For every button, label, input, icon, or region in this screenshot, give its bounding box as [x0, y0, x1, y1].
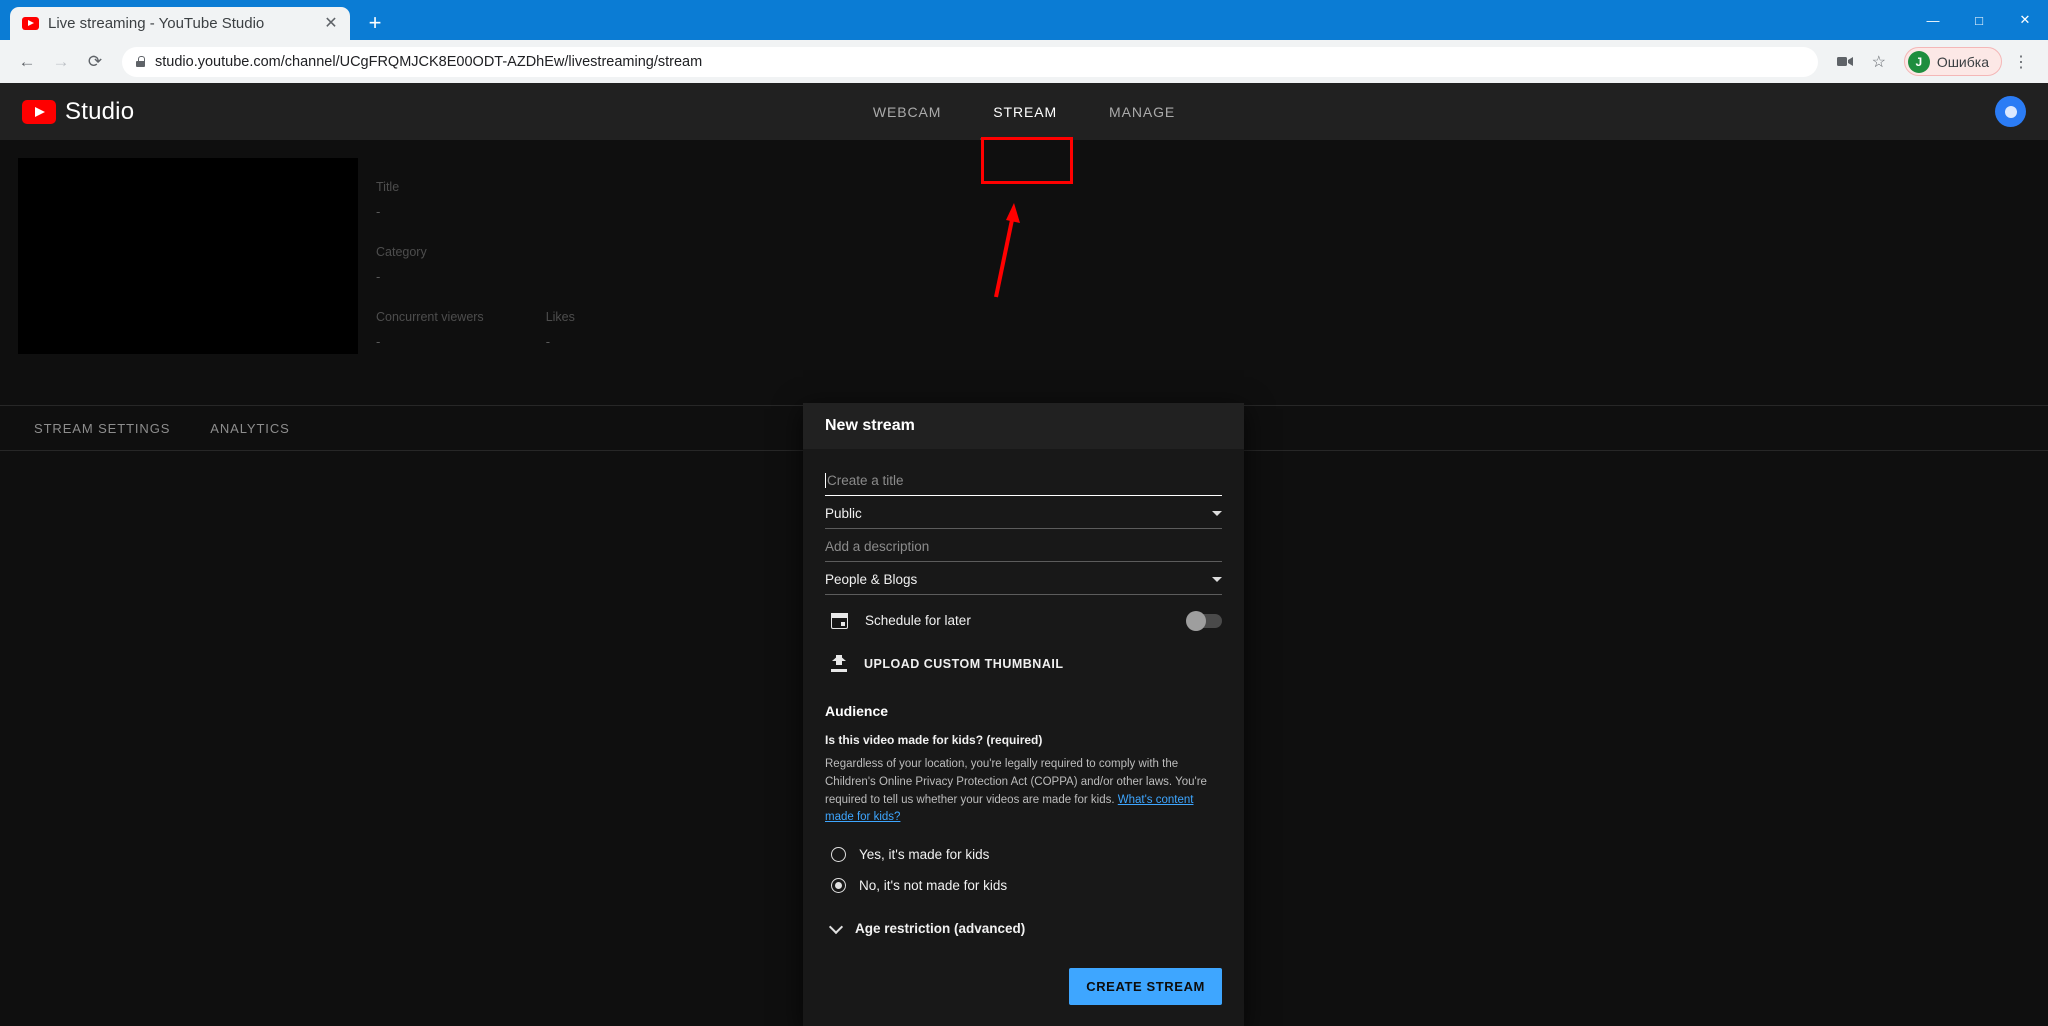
browser-menu-icon[interactable]: ⋮	[2006, 47, 2036, 77]
radio-icon-unchecked	[831, 847, 846, 863]
radio-made-for-kids[interactable]: Yes, it's made for kids	[825, 843, 1222, 866]
new-tab-button[interactable]: +	[358, 8, 392, 38]
chevron-down-icon	[1212, 577, 1222, 582]
category-select[interactable]: People & Blogs	[825, 562, 1222, 595]
youtube-studio-page: Studio WEBCAM STREAM MANAGE Title - Cate…	[0, 83, 2048, 1026]
meta-title-label: Title	[376, 180, 400, 194]
stream-title-placeholder: Create a title	[827, 473, 904, 488]
lock-icon	[136, 56, 145, 67]
upload-icon	[831, 655, 847, 672]
text-caret	[825, 473, 826, 488]
browser-tab-title: Live streaming - YouTube Studio	[48, 15, 265, 32]
meta-title-value: -	[376, 204, 381, 219]
schedule-for-later-row[interactable]: Schedule for later	[825, 595, 1222, 638]
stream-description-input[interactable]: Add a description	[825, 529, 1222, 562]
stream-preview-row: Title - Category - Concurrent viewers - …	[0, 140, 2048, 375]
calendar-icon	[831, 612, 848, 629]
stream-title-input[interactable]: Create a title	[825, 463, 1222, 496]
maximize-window-icon[interactable]: □	[1956, 0, 2002, 40]
studio-logo-text: Studio	[65, 97, 135, 125]
minimize-window-icon[interactable]: —	[1910, 0, 1956, 40]
stream-metadata: Title - Category - Concurrent viewers - …	[376, 158, 575, 375]
audience-section-title: Audience	[825, 703, 889, 719]
bookmark-star-icon[interactable]: ☆	[1864, 47, 1894, 77]
dialog-title: New stream	[803, 403, 1244, 449]
media-cast-icon[interactable]	[1830, 47, 1860, 77]
youtube-play-icon	[22, 99, 56, 124]
meta-viewers-label: Concurrent viewers	[376, 310, 484, 324]
forward-icon[interactable]: →	[46, 47, 76, 77]
new-stream-dialog: New stream Create a title Public Add a d…	[803, 403, 1244, 1026]
dialog-footer: CREATE STREAM	[825, 936, 1222, 1006]
chevron-down-icon	[1212, 511, 1222, 516]
meta-stats-row: Concurrent viewers - Likes -	[376, 310, 575, 375]
visibility-value: Public	[825, 506, 862, 521]
browser-tab-strip: Live streaming - YouTube Studio ✕ + — □ …	[0, 0, 2048, 40]
meta-category-value: -	[376, 269, 381, 284]
tab-manage[interactable]: MANAGE	[1083, 83, 1201, 140]
coppa-disclaimer: Regardless of your location, you're lega…	[825, 756, 1222, 827]
close-tab-icon[interactable]: ✕	[322, 15, 340, 33]
meta-likes-label: Likes	[545, 310, 575, 324]
category-value: People & Blogs	[825, 572, 918, 587]
video-preview	[18, 158, 358, 354]
profile-avatar: J	[1907, 50, 1930, 73]
radio-no-label: No, it's not made for kids	[859, 878, 1008, 894]
meta-likes-value: -	[545, 334, 551, 349]
kids-question-label: Is this video made for kids? (required)	[825, 733, 1043, 747]
sub-tab-analytics[interactable]: ANALYTICS	[210, 421, 289, 436]
schedule-toggle[interactable]	[1186, 610, 1222, 631]
tab-webcam[interactable]: WEBCAM	[847, 83, 967, 140]
youtube-favicon-icon	[22, 17, 39, 30]
radio-icon-checked	[831, 878, 846, 894]
studio-header: Studio WEBCAM STREAM MANAGE	[0, 83, 2048, 140]
studio-logo[interactable]: Studio	[22, 98, 134, 126]
reload-icon[interactable]: ⟳	[80, 47, 110, 77]
address-bar[interactable]: studio.youtube.com/channel/UCgFRQMJCK8E0…	[122, 46, 1818, 77]
close-window-icon[interactable]: ✕	[2002, 0, 2048, 40]
chevron-down-icon	[828, 919, 844, 934]
age-restriction-accordion[interactable]: Age restriction (advanced)	[825, 911, 1222, 936]
address-bar-url: studio.youtube.com/channel/UCgFRQMJCK8E0…	[155, 53, 703, 70]
dialog-body: Create a title Public Add a description …	[803, 449, 1244, 1026]
window-controls: — □ ✕	[1910, 0, 2048, 40]
studio-account-avatar[interactable]	[1995, 96, 2026, 127]
schedule-label: Schedule for later	[865, 613, 971, 628]
browser-toolbar: ← → ⟳ studio.youtube.com/channel/UCgFRQM…	[0, 40, 2048, 83]
browser-tab[interactable]: Live streaming - YouTube Studio ✕	[10, 7, 350, 40]
stream-description-placeholder: Add a description	[825, 539, 930, 554]
profile-status-label: Ошибка	[1936, 53, 1989, 70]
tab-stream[interactable]: STREAM	[967, 83, 1083, 140]
radio-yes-label: Yes, it's made for kids	[859, 847, 990, 863]
back-icon[interactable]: ←	[12, 47, 42, 77]
sub-tab-stream-settings[interactable]: STREAM SETTINGS	[34, 421, 170, 436]
studio-nav-tabs: WEBCAM STREAM MANAGE	[847, 83, 1201, 140]
upload-thumbnail-row[interactable]: UPLOAD CUSTOM THUMBNAIL	[825, 638, 1222, 681]
create-stream-button[interactable]: CREATE STREAM	[1069, 968, 1222, 1006]
visibility-select[interactable]: Public	[825, 496, 1222, 529]
browser-profile-chip[interactable]: J Ошибка	[1903, 47, 2002, 76]
radio-not-made-for-kids[interactable]: No, it's not made for kids	[825, 874, 1222, 897]
upload-thumbnail-label: UPLOAD CUSTOM THUMBNAIL	[864, 656, 1064, 671]
meta-viewers-value: -	[376, 334, 381, 349]
age-restriction-label: Age restriction (advanced)	[855, 921, 1026, 937]
meta-category-label: Category	[376, 245, 427, 259]
